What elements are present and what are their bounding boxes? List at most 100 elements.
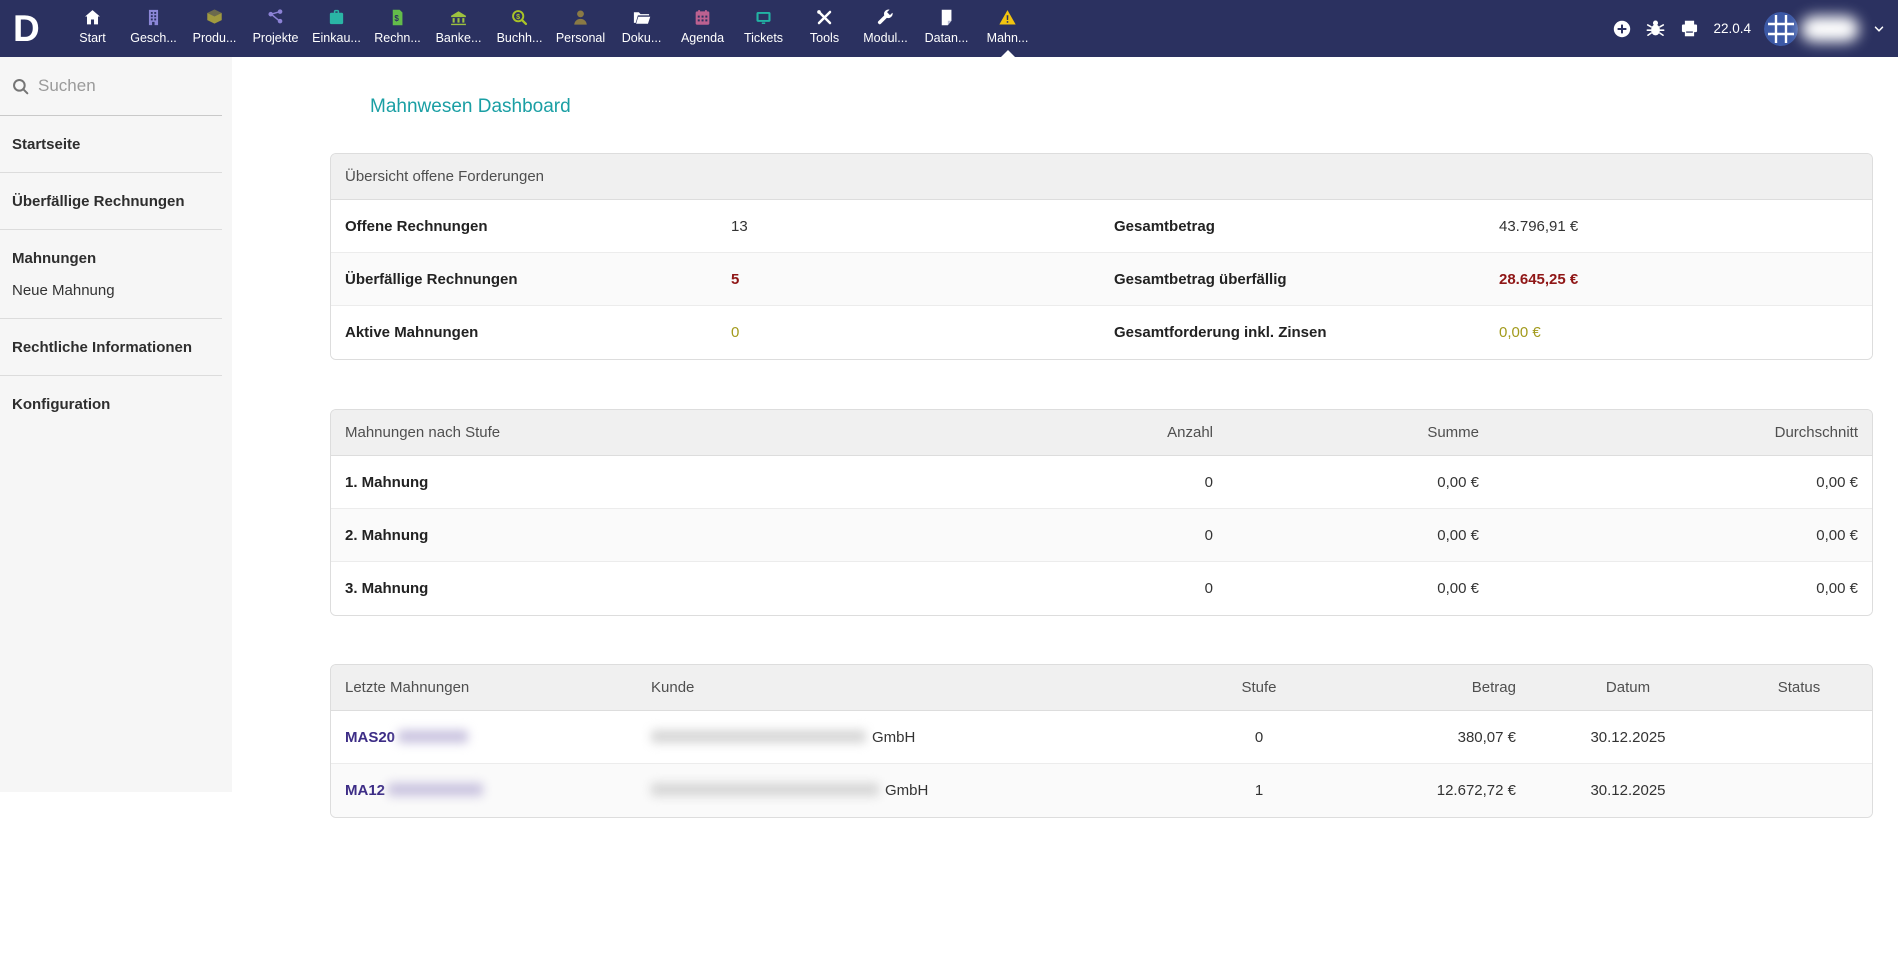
nav-label: Tools xyxy=(810,31,839,45)
column-header-kunde: Kunde xyxy=(651,679,1101,696)
nav-item-doku[interactable]: Doku... xyxy=(611,0,672,57)
stufe-summe: 0,00 € xyxy=(1213,580,1479,597)
search-input[interactable] xyxy=(38,76,259,96)
tools-icon xyxy=(815,7,834,28)
page-title: Mahnwesen Dashboard xyxy=(370,96,571,118)
overview-card-header: Übersicht offene Forderungen xyxy=(331,154,1872,200)
overview-row: Aktive Mahnungen 0 Gesamtforderung inkl.… xyxy=(331,306,1872,359)
sidebar-item-startseite[interactable]: Startseite xyxy=(0,116,222,173)
nav-item-einkau[interactable]: Einkau... xyxy=(306,0,367,57)
nav-item-tickets[interactable]: Tickets xyxy=(733,0,794,57)
version-label: 22.0.4 xyxy=(1713,21,1751,36)
overview-value: 0 xyxy=(731,324,1114,341)
sidebar-item-mahnungen[interactable]: Mahnungen xyxy=(12,250,210,267)
navbar-right-tools: 22.0.4 xyxy=(1612,12,1898,46)
overview-value: 13 xyxy=(731,218,1114,235)
stufe-durchschnitt: 0,00 € xyxy=(1479,580,1858,597)
add-quick-icon[interactable] xyxy=(1612,19,1632,39)
sidebar-item-neue-mahnung[interactable]: Neue Mahnung xyxy=(12,282,210,299)
print-icon[interactable] xyxy=(1679,18,1700,39)
mahnung-ref-link[interactable]: MAS20 xyxy=(345,729,395,746)
nav-label: Start xyxy=(79,31,105,45)
screen-icon xyxy=(754,7,773,28)
overview-card: Übersicht offene Forderungen Offene Rech… xyxy=(330,153,1873,360)
nav-item-start[interactable]: Start xyxy=(62,0,123,57)
overview-label: Aktive Mahnungen xyxy=(345,324,731,341)
stufen-card: Mahnungen nach Stufe Anzahl Summe Durchs… xyxy=(330,409,1873,616)
nav-label: Banke... xyxy=(436,31,482,45)
nav-label: Einkau... xyxy=(312,31,361,45)
file-icon xyxy=(937,7,956,28)
nav-label: Personal xyxy=(556,31,605,45)
nav-item-agenda[interactable]: Agenda xyxy=(672,0,733,57)
nav-item-tools[interactable]: Tools xyxy=(794,0,855,57)
user-avatar[interactable] xyxy=(1764,12,1798,46)
mahnung-table-row: MA12 GmbH 1 12.672,72 € 30.12.2025 xyxy=(331,764,1872,817)
mahnung-ref-link[interactable]: MA12 xyxy=(345,782,385,799)
stufen-row: 2. Mahnung 0 0,00 € 0,00 € xyxy=(331,509,1872,562)
invoice-icon: $ xyxy=(388,7,407,28)
bug-report-icon[interactable] xyxy=(1645,18,1666,39)
stufe-summe: 0,00 € xyxy=(1213,474,1479,491)
stufe-durchschnitt: 0,00 € xyxy=(1479,527,1858,544)
nav-item-datan[interactable]: Datan... xyxy=(916,0,977,57)
nav-item-banke[interactable]: Banke... xyxy=(428,0,489,57)
nav-item-mahn[interactable]: Mahn... xyxy=(977,0,1038,57)
share-nodes-icon xyxy=(266,7,285,28)
column-header-status: Status xyxy=(1740,679,1858,696)
nav-label: Modul... xyxy=(863,31,907,45)
overview-value: 0,00 € xyxy=(1499,324,1858,341)
chevron-down-icon[interactable] xyxy=(1872,22,1886,36)
mahnung-ref-cell: MA12 xyxy=(345,782,651,799)
datum-cell: 30.12.2025 xyxy=(1516,782,1740,799)
sidebar-group-mahnungen: Mahnungen Neue Mahnung xyxy=(0,230,222,319)
stufen-row: 1. Mahnung 0 0,00 € 0,00 € xyxy=(331,456,1872,509)
sidebar-item-ueberfaellige-rechnungen[interactable]: Überfällige Rechnungen xyxy=(0,173,222,230)
calendar-icon xyxy=(693,7,712,28)
top-navbar: D Start Gesch... Produ... Proj xyxy=(0,0,1898,57)
stufe-anzahl: 0 xyxy=(947,474,1213,491)
overview-label: Gesamtbetrag xyxy=(1114,218,1499,235)
warning-icon xyxy=(998,7,1017,28)
sidebar-item-rechtliche-informationen[interactable]: Rechtliche Informationen xyxy=(0,319,222,376)
stufe-label: 1. Mahnung xyxy=(345,474,947,491)
cube-icon xyxy=(205,7,224,28)
nav-item-produ[interactable]: Produ... xyxy=(184,0,245,57)
letzte-card-title: Letzte Mahnungen xyxy=(345,679,651,696)
sidebar-item-konfiguration[interactable]: Konfiguration xyxy=(0,376,222,432)
nav-label: Mahn... xyxy=(987,31,1029,45)
stufe-anzahl: 0 xyxy=(947,580,1213,597)
nav-label: Buchh... xyxy=(497,31,543,45)
nav-item-projekte[interactable]: Projekte xyxy=(245,0,306,57)
nav-item-buchh[interactable]: $ Buchh... xyxy=(489,0,550,57)
overview-row: Überfällige Rechnungen 5 Gesamtbetrag üb… xyxy=(331,253,1872,306)
stufe-label: 3. Mahnung xyxy=(345,580,947,597)
nav-item-personal[interactable]: Personal xyxy=(550,0,611,57)
letzte-card-header: Letzte Mahnungen Kunde Stufe Betrag Datu… xyxy=(331,665,1872,711)
kunde-cell: GmbH xyxy=(651,729,1101,746)
column-header-anzahl: Anzahl xyxy=(947,424,1213,441)
main-menu: Start Gesch... Produ... Projekte xyxy=(62,0,1038,57)
stufe-summe: 0,00 € xyxy=(1213,527,1479,544)
nav-item-gesch[interactable]: Gesch... xyxy=(123,0,184,57)
nav-item-modul[interactable]: Modul... xyxy=(855,0,916,57)
kunde-suffix: GmbH xyxy=(872,729,915,746)
overview-label: Gesamtforderung inkl. Zinsen xyxy=(1114,324,1499,341)
kunde-cell: GmbH xyxy=(651,782,1101,799)
column-header-stufe: Stufe xyxy=(1101,679,1417,696)
nav-label: Gesch... xyxy=(130,31,177,45)
column-header-betrag: Betrag xyxy=(1417,679,1516,696)
app-logo[interactable]: D xyxy=(0,0,62,57)
stufen-card-header: Mahnungen nach Stufe Anzahl Summe Durchs… xyxy=(331,410,1872,456)
mahnung-ref-cell: MAS20 xyxy=(345,729,651,746)
nav-label: Doku... xyxy=(622,31,662,45)
letzte-mahnungen-card: Letzte Mahnungen Kunde Stufe Betrag Datu… xyxy=(330,664,1873,818)
kunde-suffix: GmbH xyxy=(885,782,928,799)
stufe-anzahl: 0 xyxy=(947,527,1213,544)
nav-item-rechn[interactable]: $ Rechn... xyxy=(367,0,428,57)
redacted-customer-name xyxy=(651,783,879,796)
wrench-icon xyxy=(876,7,895,28)
nav-label: Projekte xyxy=(253,31,299,45)
overview-label: Überfällige Rechnungen xyxy=(345,271,731,288)
app-screen: D Start Gesch... Produ... Proj xyxy=(0,0,1898,958)
